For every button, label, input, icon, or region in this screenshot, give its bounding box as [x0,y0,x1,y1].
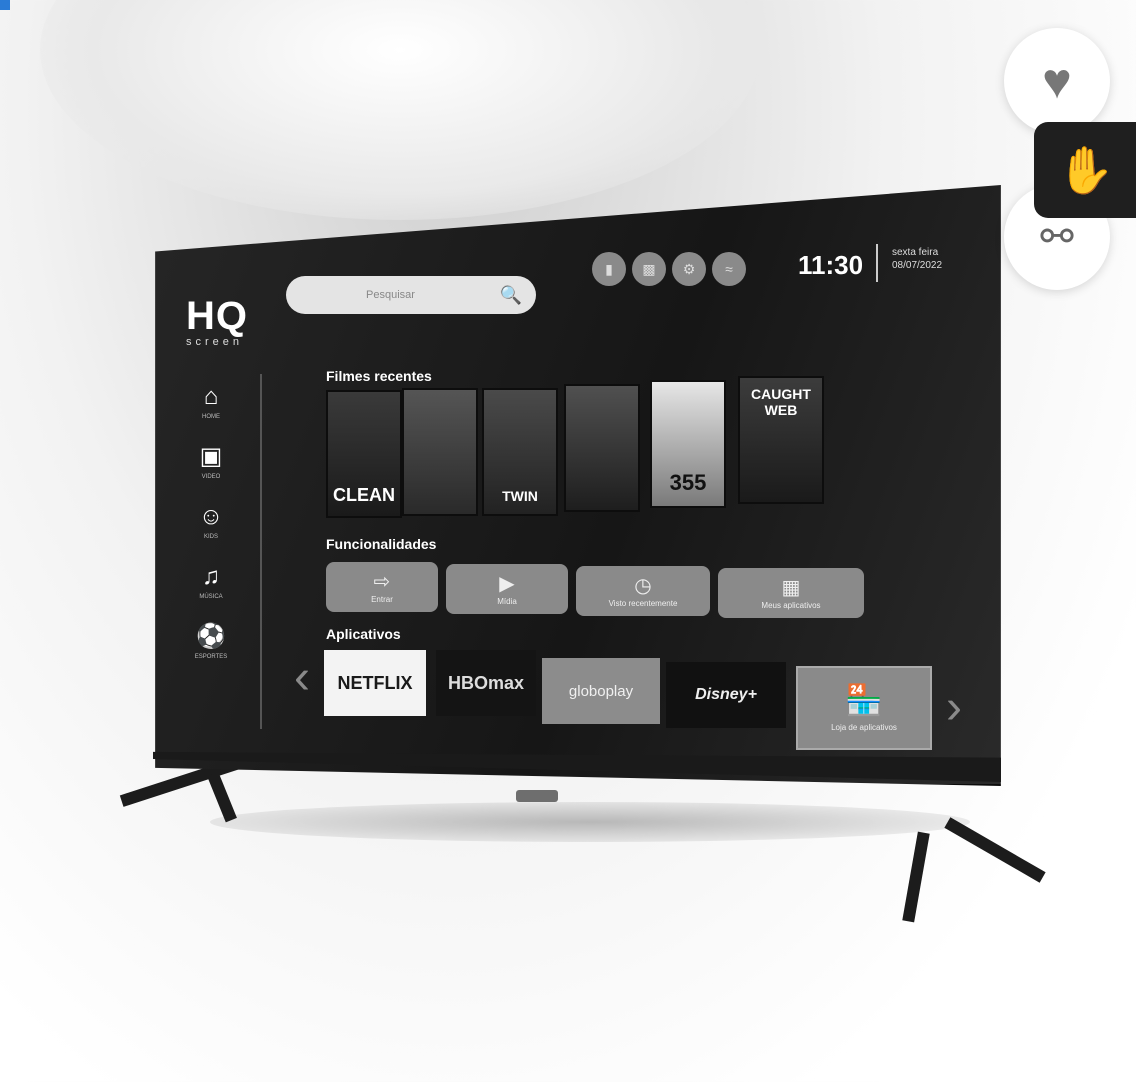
soccer-ball-icon: ⚽ [196,623,226,650]
app-globoplay[interactable]: globoplay [542,658,660,724]
corner-marker [0,0,10,10]
tv-leg-right [944,817,1046,883]
tv-screen: HQ screen Pesquisar 🔍 ▮ ▩ ⚙ ≈ 11:30 sext… [155,185,1001,786]
poster-title: CAUGHT WEB [751,386,811,418]
tv-shadow [210,802,970,842]
input-icon: ⇨ [373,570,391,593]
app-hbomax[interactable]: HBOmax [436,650,536,716]
carousel-next-arrow[interactable]: › [946,684,962,732]
sidebar-item-music[interactable]: ♫ MÚSICA [188,563,234,601]
movie-poster[interactable] [564,384,640,512]
movie-poster[interactable]: CAUGHT WEB [738,376,824,504]
tv-set: HQ screen Pesquisar 🔍 ▮ ▩ ⚙ ≈ 11:30 sext… [119,182,1046,923]
search-placeholder: Pesquisar [366,289,415,301]
app-label: Loja de aplicativos [831,722,897,732]
apps-grid-icon: ▦ [781,576,801,599]
movie-poster[interactable]: TWIN [482,388,558,516]
app-netflix[interactable]: NETFLIX [324,650,426,716]
media-play-icon: ▶ [499,572,515,595]
poster-title: 355 [669,470,707,495]
carousel-prev-arrow[interactable]: ‹ [294,654,310,702]
feature-card-media[interactable]: ▶ Mídia [446,564,568,614]
app-label: HBOmax [447,672,525,693]
search-bar[interactable]: Pesquisar 🔍 [286,276,536,314]
feature-card-my-apps[interactable]: ▦ Meus aplicativos [718,568,864,618]
sidebar-item-sports[interactable]: ⚽ ESPORTES [188,623,234,661]
tv-leg-right-brace [902,831,930,923]
kids-face-icon: ☺ [198,503,224,530]
home-icon: ⌂ [203,383,219,410]
app-label: globoplay [568,682,634,700]
feature-card-input[interactable]: ⇨ Entrar [326,562,438,612]
section-title-recent: Filmes recentes [326,368,432,384]
tv-badge [516,790,558,802]
sign-language-hands-icon: ✋ [1057,143,1115,196]
hq-screen-logo: HQ screen [186,296,248,348]
status-icons: ▮ ▩ ⚙ ≈ [592,252,746,286]
feature-label: Meus aplicativos [761,600,821,610]
share-icon: ⚯ [1040,215,1074,259]
video-camera-icon: ▣ [199,443,223,470]
date: 08/07/2022 [892,260,943,271]
brand-name: HQ [186,294,248,338]
app-label: Disney+ [695,686,757,703]
section-title-features: Funcionalidades [326,536,437,552]
music-note-icon: ♫ [202,563,220,590]
tv-leg-left-brace [207,771,237,823]
usb-icon[interactable]: ▮ [592,252,626,286]
sidebar-item-label: ESPORTES [194,654,228,660]
sidebar-item-label: HOME [202,414,220,420]
feature-label: Visto recentemente [608,598,678,608]
weekday: sexta feira [892,247,939,258]
movie-poster[interactable]: CLEAN [326,390,402,518]
movie-poster[interactable] [402,388,478,516]
poster-title: TWIN [502,488,538,504]
heart-icon: ♥ [1042,53,1072,109]
poster-title: CLEAN [333,485,395,505]
store-icon: 🏪 [845,683,883,717]
sidebar-item-label: KIDS [203,534,218,540]
sidebar-item-home[interactable]: ⌂ HOME [188,383,234,421]
feature-label: Entrar [371,594,393,604]
sidebar-divider [260,374,262,729]
sd-card-icon[interactable]: ▩ [632,252,666,286]
date-display: sexta feira 08/07/2022 [892,246,942,272]
movie-poster[interactable]: 355 [650,380,726,508]
status-divider [876,244,878,282]
app-store[interactable]: 🏪 Loja de aplicativos [796,666,932,750]
sidebar-item-kids[interactable]: ☺ KIDS [188,503,234,541]
sidebar-item-label: MÚSICA [199,594,223,600]
brand-sub: screen [186,336,244,348]
search-icon[interactable]: 🔍 [500,285,522,306]
sidebar-item-label: VIDEO [201,474,221,480]
sidebar: ⌂ HOME ▣ VIDEO ☺ KIDS ♫ MÚSICA ⚽ ESPORTE… [188,384,234,684]
section-title-apps: Aplicativos [326,626,401,642]
wifi-icon[interactable]: ≈ [712,252,746,286]
settings-icon[interactable]: ⚙ [672,252,706,286]
sidebar-item-video[interactable]: ▣ VIDEO [188,443,234,481]
favorite-button[interactable]: ♥ [1004,28,1110,134]
clock: 11:30 [798,250,864,280]
app-disney-plus[interactable]: Disney+ [666,662,786,728]
feature-card-recent[interactable]: ◷ Visto recentemente [576,566,710,616]
feature-label: Mídia [497,596,517,606]
app-label: NETFLIX [337,672,413,693]
clock-history-icon: ◷ [634,574,652,597]
accessibility-sign-language-button[interactable]: ✋ [1034,122,1136,218]
